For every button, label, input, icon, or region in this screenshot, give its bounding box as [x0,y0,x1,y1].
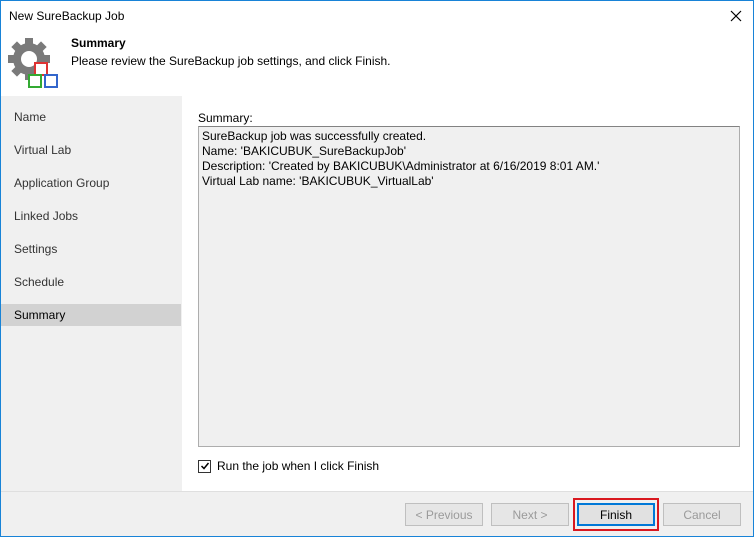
summary-line: Virtual Lab name: 'BAKICUBUK_VirtualLab' [202,174,434,188]
gear-job-icon [8,38,58,88]
checkmark-icon [200,462,209,470]
wizard-footer: < Previous Next > Finish Cancel [1,491,753,536]
next-button[interactable]: Next > [491,503,569,526]
cancel-button[interactable]: Cancel [663,503,741,526]
run-job-checkbox[interactable] [198,459,211,473]
window-title: New SureBackup Job [9,9,125,23]
sidebar-item-linked-jobs[interactable]: Linked Jobs [1,205,181,227]
close-icon [730,10,742,22]
sidebar-item-virtual-lab[interactable]: Virtual Lab [1,139,181,161]
sidebar-item-settings[interactable]: Settings [1,238,181,260]
summary-label: Summary: [198,111,253,125]
summary-textbox[interactable]: SureBackup job was successfully created.… [198,126,740,447]
sidebar-item-name[interactable]: Name [1,106,181,128]
summary-line: Description: 'Created by BAKICUBUK\Admin… [202,159,600,173]
sidebar-item-application-group[interactable]: Application Group [1,172,181,194]
summary-panel: Summary: SureBackup job was successfully… [182,96,753,491]
wizard-steps-sidebar: Name Virtual Lab Application Group Linke… [1,96,182,491]
wizard-header: Summary Please review the SureBackup job… [1,31,753,95]
finish-highlight: Finish [573,498,659,531]
sidebar-item-summary[interactable]: Summary [1,304,181,326]
summary-line: Name: 'BAKICUBUK_SureBackupJob' [202,144,407,158]
page-subtitle: Please review the SureBackup job setting… [71,54,391,68]
summary-line: SureBackup job was successfully created. [202,129,427,143]
run-job-option: Run the job when I click Finish [198,458,379,474]
finish-button[interactable]: Finish [577,503,655,526]
run-job-checkbox-label[interactable]: Run the job when I click Finish [217,459,379,473]
page-title: Summary [71,36,126,50]
close-button[interactable] [719,1,753,31]
wizard-window: New SureBackup Job Summary Please review… [0,0,754,537]
title-bar: New SureBackup Job [1,1,753,31]
previous-button[interactable]: < Previous [405,503,483,526]
sidebar-item-schedule[interactable]: Schedule [1,271,181,293]
